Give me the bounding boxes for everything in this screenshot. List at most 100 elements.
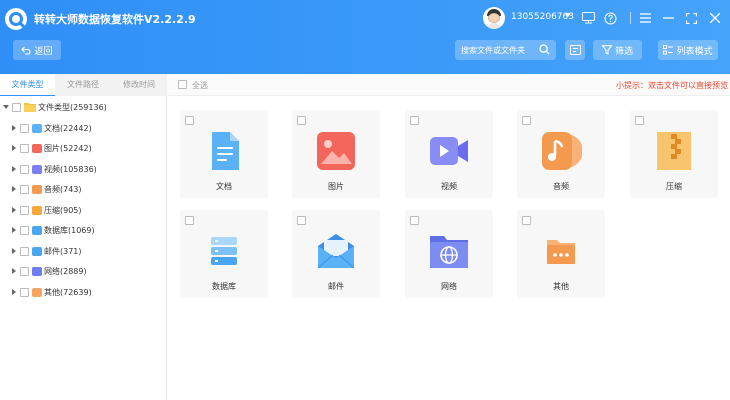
collapse-icon[interactable]	[3, 105, 9, 109]
checkbox[interactable]	[410, 216, 419, 225]
audio-icon	[32, 184, 42, 194]
tab-file-path[interactable]: 文件路径	[55, 74, 111, 96]
category-label: 数据库	[212, 282, 236, 291]
tab-modified-time[interactable]: 修改时间	[111, 74, 167, 96]
audio-icon	[542, 132, 582, 170]
network-icon	[430, 236, 468, 268]
other-icon	[32, 287, 42, 297]
preview-tip: 小提示：双击文件可以直接预览	[616, 81, 728, 90]
checkbox[interactable]	[297, 116, 306, 125]
checkbox[interactable]	[20, 246, 29, 256]
tree-root[interactable]: 文件类型(259136)	[3, 100, 107, 114]
minimize-icon[interactable]	[661, 11, 675, 25]
expand-icon[interactable]	[12, 248, 16, 254]
tree-item-archives[interactable]: 压缩(905)	[12, 203, 82, 217]
checkbox[interactable]	[20, 287, 29, 297]
tree-root-label: 文件类型(259136)	[38, 102, 107, 112]
checkbox[interactable]	[20, 164, 29, 174]
checkbox[interactable]	[12, 102, 21, 112]
sort-button[interactable]	[565, 40, 585, 60]
search-input[interactable]	[461, 43, 533, 57]
category-card-network[interactable]: 网络	[405, 210, 493, 298]
tab-file-type[interactable]: 文件类型	[0, 74, 55, 96]
select-all-label[interactable]: 全选	[192, 80, 208, 91]
select-all-checkbox[interactable]	[178, 80, 187, 89]
tree-item-other[interactable]: 其他(72639)	[12, 285, 92, 299]
tree-item-label: 压缩(905)	[44, 205, 82, 215]
filter-button[interactable]: 筛选	[593, 40, 642, 60]
checkbox[interactable]	[20, 205, 29, 215]
category-card-archives[interactable]: 压缩	[630, 110, 718, 198]
back-arrow-icon	[21, 46, 32, 55]
network-icon	[32, 266, 42, 276]
image-icon	[32, 143, 42, 153]
app-title: 转转大师数据恢复软件V2.2.2.9	[34, 13, 196, 26]
chevron-down-icon[interactable]	[565, 13, 571, 17]
list-mode-button[interactable]: 列表模式	[658, 40, 718, 60]
tree-item-label: 视频(105836)	[44, 164, 97, 174]
menu-icon[interactable]	[638, 11, 652, 25]
checkbox[interactable]	[635, 116, 644, 125]
archive-icon	[657, 132, 691, 170]
tree-item-documents[interactable]: 文档(22442)	[12, 121, 92, 135]
checkbox[interactable]	[185, 116, 194, 125]
checkbox[interactable]	[297, 216, 306, 225]
left-panel: 文件类型 文件路径 修改时间 文件类型(259136) 文档(22442) 图片…	[0, 74, 167, 400]
category-card-mail[interactable]: 邮件	[292, 210, 380, 298]
maximize-icon[interactable]	[684, 11, 698, 25]
category-card-documents[interactable]: 文档	[180, 110, 268, 198]
expand-icon[interactable]	[12, 227, 16, 233]
close-icon[interactable]	[708, 11, 722, 25]
tree-item-label: 音频(743)	[44, 184, 82, 194]
checkbox[interactable]	[20, 123, 29, 133]
expand-icon[interactable]	[12, 268, 16, 274]
help-icon[interactable]	[603, 11, 617, 25]
checkbox[interactable]	[410, 116, 419, 125]
feedback-icon[interactable]	[581, 11, 595, 25]
tree-item-network[interactable]: 网络(2889)	[12, 264, 87, 278]
category-card-audio[interactable]: 音频	[517, 110, 605, 198]
expand-icon[interactable]	[12, 125, 16, 131]
user-avatar[interactable]	[483, 7, 505, 29]
tree-item-videos[interactable]: 视频(105836)	[12, 162, 97, 176]
list-mode-icon	[663, 45, 674, 55]
category-card-images[interactable]: 图片	[292, 110, 380, 198]
checkbox[interactable]	[185, 216, 194, 225]
tree-item-images[interactable]: 图片(52242)	[12, 141, 92, 155]
category-label: 压缩	[666, 182, 682, 191]
back-button-label: 返回	[34, 46, 53, 57]
tree-item-mail[interactable]: 邮件(371)	[12, 244, 82, 258]
image-icon	[317, 132, 355, 170]
expand-icon[interactable]	[12, 289, 16, 295]
tree-item-audio[interactable]: 音频(743)	[12, 182, 82, 196]
search-box[interactable]	[455, 40, 556, 60]
checkbox[interactable]	[20, 184, 29, 194]
database-icon	[211, 237, 237, 265]
checkbox[interactable]	[522, 116, 531, 125]
expand-icon[interactable]	[12, 186, 16, 192]
search-icon[interactable]	[539, 44, 550, 55]
category-card-videos[interactable]: 视频	[405, 110, 493, 198]
tree-item-label: 文档(22442)	[44, 123, 92, 133]
category-label: 其他	[553, 282, 569, 291]
expand-icon[interactable]	[12, 145, 16, 151]
content-toolbar: 全选 小提示：双击文件可以直接预览	[167, 74, 730, 96]
video-icon	[430, 137, 468, 165]
tree-item-label: 邮件(371)	[44, 246, 82, 256]
category-label: 文档	[216, 182, 232, 191]
checkbox[interactable]	[20, 225, 29, 235]
back-button[interactable]: 返回	[13, 40, 61, 60]
database-icon	[32, 225, 42, 235]
sort-icon	[569, 45, 581, 55]
app-logo	[5, 8, 27, 30]
view-tabs: 文件类型 文件路径 修改时间	[0, 74, 167, 96]
expand-icon[interactable]	[12, 166, 16, 172]
tree-item-databases[interactable]: 数据库(1069)	[12, 223, 95, 237]
checkbox[interactable]	[20, 266, 29, 276]
category-card-databases[interactable]: 数据库	[180, 210, 268, 298]
filter-icon	[601, 45, 612, 55]
category-card-other[interactable]: 其他	[517, 210, 605, 298]
checkbox[interactable]	[522, 216, 531, 225]
checkbox[interactable]	[20, 143, 29, 153]
expand-icon[interactable]	[12, 207, 16, 213]
